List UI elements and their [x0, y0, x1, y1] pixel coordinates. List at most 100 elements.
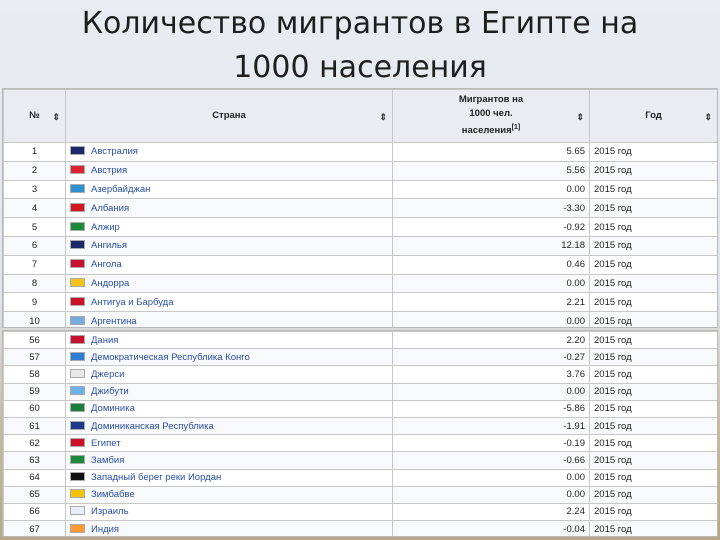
- migrants-value: 12.18: [392, 235, 590, 256]
- header-country[interactable]: Страна ⇕: [65, 89, 393, 143]
- flag-icon: [70, 351, 85, 361]
- country-link[interactable]: Западный берег реки Иордан: [91, 472, 221, 483]
- title-line-1: Количество мигрантов в Египте на: [81, 6, 639, 41]
- country-link[interactable]: Андорра: [91, 278, 129, 289]
- flag-icon: [70, 420, 85, 430]
- sort-icon[interactable]: ⇕: [704, 110, 712, 124]
- country-link[interactable]: Аргентина: [91, 316, 137, 327]
- row-number: 56: [3, 331, 66, 350]
- flag-icon: [70, 368, 85, 378]
- country-link[interactable]: Дания: [91, 335, 118, 346]
- header-migrants[interactable]: Мигрантов на 1000 чел. населения[1] ⇕: [392, 89, 590, 143]
- table-row: 58 Джерси 3.76 2015 год: [3, 365, 717, 384]
- migrants-value: -0.19: [392, 434, 590, 453]
- country-link[interactable]: Австралия: [91, 146, 138, 157]
- year-cell: 2015 год: [589, 399, 717, 418]
- table-body-bottom: 56 Дания 2.20 2015 год 57 Демократическая Рес…: [3, 331, 717, 536]
- row-number: 2: [3, 160, 66, 181]
- migrants-value: 0.00: [392, 382, 590, 401]
- country-cell: Израиль: [65, 502, 393, 522]
- year-cell: 2015 год: [589, 160, 717, 181]
- migrants-value: 0.00: [392, 273, 590, 294]
- country-link[interactable]: Алжир: [91, 222, 120, 233]
- flag-icon: [70, 146, 85, 156]
- flag-icon: [70, 296, 85, 306]
- country-cell: Дания: [65, 331, 393, 350]
- row-number: 5: [3, 217, 66, 237]
- flag-icon: [70, 506, 85, 516]
- row-number: 62: [3, 434, 66, 453]
- migrants-value: 0.00: [392, 485, 590, 504]
- country-link[interactable]: Антигуа и Барбуда: [91, 297, 174, 308]
- table-row: 2 Австрия 5.56 2015 год: [3, 160, 717, 181]
- migrants-value: 2.21: [392, 292, 590, 313]
- country-link[interactable]: Австрия: [91, 165, 127, 176]
- year-cell: 2015 год: [589, 273, 717, 294]
- country-link[interactable]: Джибути: [91, 386, 129, 397]
- table-row: 7 Ангола 0.46 2015 год: [3, 254, 717, 275]
- country-link[interactable]: Ангилья: [91, 240, 127, 251]
- row-number: 65: [3, 485, 66, 504]
- table-row: 4 Албания -3.30 2015 год: [3, 198, 717, 219]
- country-link[interactable]: Джерси: [91, 369, 124, 380]
- table-row: 9 Антигуа и Барбуда 2.21 2015 год: [3, 292, 717, 313]
- row-number: 6: [3, 235, 66, 256]
- country-cell: Доминика: [65, 399, 393, 418]
- country-cell: Египет: [65, 434, 393, 453]
- row-number: 7: [3, 254, 66, 275]
- country-cell: Доминиканская Республика: [65, 416, 393, 436]
- table-row: 1 Австралия 5.65 2015 год: [3, 142, 717, 162]
- flag-icon: [70, 277, 85, 287]
- country-link[interactable]: Доминика: [91, 403, 135, 414]
- row-number: 8: [3, 273, 66, 294]
- migrants-value: 0.46: [392, 254, 590, 275]
- sort-icon[interactable]: ⇕: [576, 110, 584, 124]
- country-cell: Австрия: [65, 160, 393, 181]
- year-cell: 2015 год: [589, 365, 717, 384]
- country-cell: Зимбабве: [65, 485, 393, 504]
- migrants-value: 0.00: [392, 468, 590, 487]
- country-cell: Азербайджан: [65, 179, 393, 200]
- header-year[interactable]: Год ⇕: [589, 89, 717, 143]
- table-row: 59 Джибути 0.00 2015 год: [3, 382, 717, 401]
- migrants-table-top: № ⇕ Страна ⇕ Мигрантов на 1000 чел. насе…: [3, 89, 717, 327]
- flag-icon: [70, 437, 85, 447]
- year-cell: 2015 год: [589, 520, 717, 536]
- country-link[interactable]: Индия: [91, 524, 119, 535]
- country-link[interactable]: Демократическая Республика Конго: [91, 352, 250, 363]
- country-link[interactable]: Доминиканская Республика: [91, 421, 214, 432]
- migrants-value: 5.56: [392, 160, 590, 181]
- row-number: 9: [3, 292, 66, 313]
- country-cell: Албания: [65, 198, 393, 219]
- table-row: 10 Аргентина 0.00 2015 год: [3, 311, 717, 327]
- reference-link[interactable]: [1]: [512, 124, 521, 131]
- table-row: 57 Демократическая Республика Конго -0.27 2…: [3, 348, 717, 367]
- country-cell: Алжир: [65, 217, 393, 237]
- country-link[interactable]: Замбия: [91, 455, 124, 466]
- table-row: 3 Азербайджан 0.00 2015 год: [3, 179, 717, 200]
- country-link[interactable]: Египет: [91, 438, 121, 449]
- row-number: 59: [3, 382, 66, 401]
- year-cell: 2015 год: [589, 348, 717, 367]
- flag-icon: [70, 472, 85, 482]
- country-cell: Джерси: [65, 365, 393, 384]
- row-number: 64: [3, 468, 66, 487]
- year-cell: 2015 год: [589, 434, 717, 453]
- header-num[interactable]: № ⇕: [3, 89, 66, 143]
- row-number: 58: [3, 365, 66, 384]
- flag-icon: [70, 523, 85, 533]
- country-link[interactable]: Израиль: [91, 506, 129, 517]
- country-link[interactable]: Ангола: [91, 259, 122, 270]
- migrants-value: 3.76: [392, 365, 590, 384]
- row-number: 57: [3, 348, 66, 367]
- country-link[interactable]: Азербайджан: [91, 184, 150, 195]
- row-number: 1: [3, 142, 66, 162]
- country-link[interactable]: Албания: [91, 203, 129, 214]
- country-cell: Индия: [65, 520, 393, 536]
- country-link[interactable]: Зимбабве: [91, 489, 135, 500]
- year-cell: 2015 год: [589, 382, 717, 401]
- year-cell: 2015 год: [589, 217, 717, 237]
- year-cell: 2015 год: [589, 235, 717, 256]
- sort-icon[interactable]: ⇕: [379, 110, 387, 124]
- sort-icon[interactable]: ⇕: [52, 110, 60, 124]
